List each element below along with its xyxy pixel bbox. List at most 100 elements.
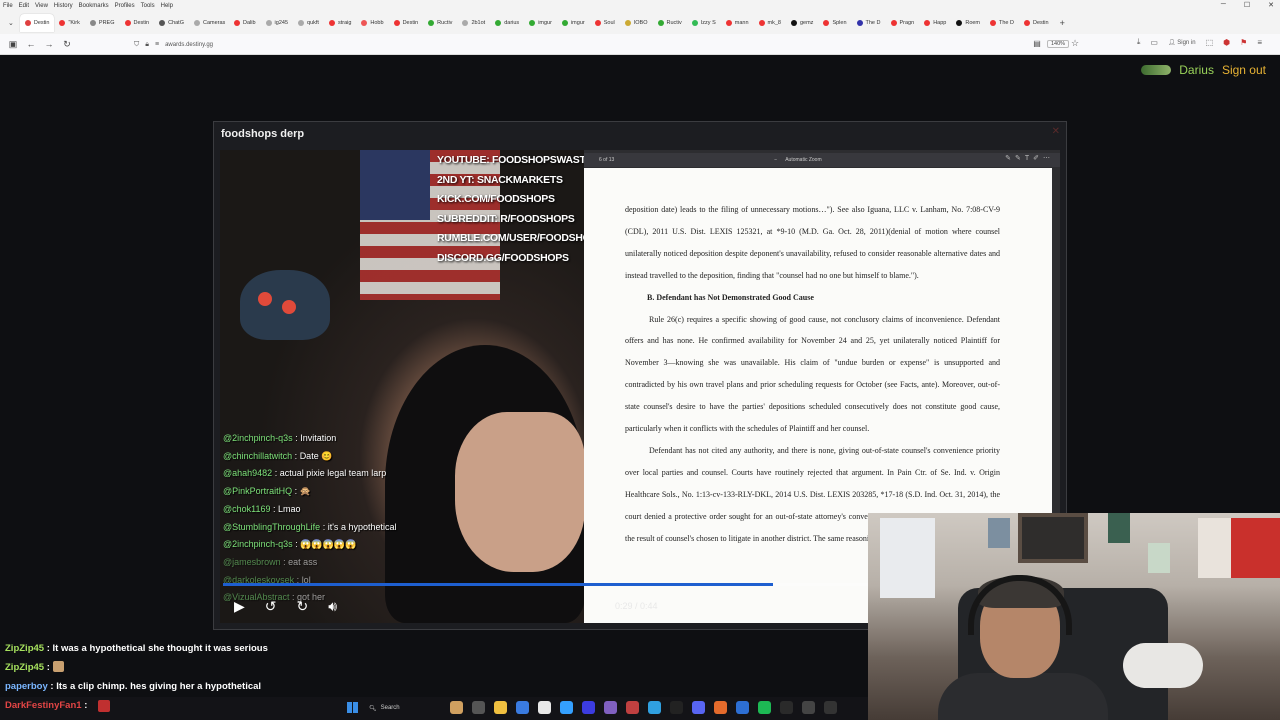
menu-bookmarks[interactable]: Bookmarks [79, 3, 109, 9]
browser-tab[interactable]: PREG [85, 14, 120, 32]
close-icon[interactable]: ✕ [1052, 126, 1060, 137]
browser-tab[interactable]: Destin [19, 14, 55, 32]
share-icon[interactable]: ⬚ [1206, 38, 1214, 47]
menu-profiles[interactable]: Profiles [115, 3, 135, 9]
browser-tab[interactable]: The D [985, 14, 1019, 32]
store-icon[interactable] [560, 701, 573, 714]
app-icon[interactable] [582, 701, 595, 714]
sidebar-toggle-icon[interactable]: ▣ [4, 39, 22, 50]
browser-tab[interactable]: Ructiv [653, 14, 687, 32]
menu-edit[interactable]: Edit [19, 3, 29, 9]
forward-skip-icon[interactable]: ↻ [297, 598, 309, 615]
app-icon[interactable] [802, 701, 815, 714]
browser-tab[interactable]: The D [852, 14, 886, 32]
tab-favicon-icon [298, 20, 305, 26]
browser-tab[interactable]: Destin [389, 14, 424, 32]
browser-tab[interactable]: Dalib [229, 14, 261, 32]
app-icon[interactable] [824, 701, 837, 714]
app-icon[interactable] [626, 701, 639, 714]
menu-file[interactable]: File [3, 3, 13, 9]
windows-start-icon[interactable] [347, 702, 358, 713]
browser-tab[interactable]: imgur [524, 14, 557, 32]
chat-username[interactable]: ZipZip45 [5, 662, 44, 673]
downloads-icon[interactable]: ⤓ [1137, 37, 1141, 47]
app-icon[interactable] [670, 701, 683, 714]
chat-username[interactable]: ZipZip45 [5, 643, 44, 654]
rewind-icon[interactable]: ↺ [265, 598, 277, 615]
browser-tab[interactable]: ig245 [261, 14, 293, 32]
menu-tools[interactable]: Tools [141, 3, 155, 9]
firefox-icon[interactable] [714, 701, 727, 714]
sign-in-button[interactable]: 👤︎ Sign in [1168, 39, 1196, 46]
tab-list-icon[interactable]: ⌄ [2, 19, 20, 27]
url-text[interactable]: awards.destiny.gg [165, 42, 213, 48]
browser-tab[interactable]: Roem [951, 14, 985, 32]
browser-tab[interactable]: Cameras [189, 14, 229, 32]
browser-tab[interactable]: Soul [590, 14, 620, 32]
reload-icon[interactable]: ↻ [58, 39, 76, 50]
browser-tab[interactable]: Destin [120, 14, 155, 32]
app-icon[interactable] [648, 701, 661, 714]
browser-tab[interactable]: gemz [786, 14, 818, 32]
browser-tab[interactable]: Happ [919, 14, 951, 32]
volume-icon[interactable]: 🔊︎ [328, 598, 337, 615]
app-icon[interactable] [604, 701, 617, 714]
browser-tab[interactable]: Hobb [356, 14, 388, 32]
menu-help[interactable]: Help [161, 3, 173, 9]
steam-icon[interactable] [780, 701, 793, 714]
back-icon[interactable]: ← [22, 39, 40, 49]
browser-tab[interactable]: "Kirk [54, 14, 84, 32]
edge-icon[interactable] [516, 701, 529, 714]
reader-view-icon[interactable]: ▤ [1028, 39, 1046, 48]
extension-flag-icon[interactable]: ⚑ [1240, 38, 1247, 47]
sign-out-link[interactable]: Sign out [1222, 63, 1266, 77]
task-view-icon[interactable] [472, 701, 485, 714]
chat-username[interactable]: paperboy [5, 681, 48, 692]
browser-tab[interactable]: Splen [818, 14, 851, 32]
browser-tab[interactable]: Izzy S [687, 14, 721, 32]
browser-tab[interactable]: straig [324, 14, 356, 32]
file-explorer-icon[interactable] [494, 701, 507, 714]
tab-label: Ructiv [666, 20, 682, 26]
minimize-icon[interactable]: ─ [1221, 1, 1226, 9]
play-icon[interactable]: ▶ [234, 598, 245, 615]
browser-tab[interactable]: IOBO [620, 14, 653, 32]
maximize-icon[interactable]: ☐ [1244, 1, 1250, 9]
browser-tab[interactable]: imgur [557, 14, 590, 32]
browser-tab[interactable]: darius [490, 14, 524, 32]
extensions-icon[interactable]: ▭ [1150, 38, 1158, 47]
lock-icon[interactable]: 🔒︎ [145, 41, 149, 49]
menu-icon[interactable]: ≡ [1257, 38, 1262, 47]
browser-tab[interactable]: qukft [293, 14, 324, 32]
overlay-chat-line: @darkoleskovsek : lol [223, 572, 583, 590]
new-tab-icon[interactable]: + [1054, 18, 1071, 28]
forward-icon[interactable]: → [40, 39, 58, 49]
app-icon[interactable] [736, 701, 749, 714]
browser-tab[interactable]: 2b1ot [457, 14, 490, 32]
zoom-level[interactable]: 140% [1047, 40, 1070, 48]
username[interactable]: Darius [1179, 63, 1214, 77]
browser-tab[interactable]: mk_8 [754, 14, 786, 32]
browser-tab[interactable]: mann [721, 14, 754, 32]
permissions-icon[interactable]: ≡ [155, 41, 159, 48]
spotify-icon[interactable] [758, 701, 771, 714]
menu-history[interactable]: History [54, 3, 73, 9]
browser-tab[interactable]: Ructiv [423, 14, 457, 32]
extension-red-icon[interactable]: ⬢ [1223, 38, 1230, 47]
search-placeholder: Search [380, 705, 400, 711]
discord-icon[interactable] [692, 701, 705, 714]
browser-tab[interactable]: Destin [1019, 14, 1054, 32]
url-bar[interactable]: ⛉ 🔒︎ ≡ awards.destiny.gg [134, 38, 1084, 51]
app-icon[interactable] [538, 701, 551, 714]
tab-label: The D [865, 20, 881, 26]
widgets-icon[interactable] [450, 701, 463, 714]
close-window-icon[interactable]: ✕ [1268, 1, 1274, 9]
chat-username[interactable]: DarkFestinyFan1 [5, 700, 82, 711]
browser-tab[interactable]: Pragn [886, 14, 920, 32]
taskbar-search[interactable]: 🔍︎ Search [369, 700, 449, 716]
overlay-chat-line: @chinchillatwitch : Date 😊 [223, 448, 583, 466]
bookmark-star-icon[interactable]: ☆ [1071, 38, 1079, 49]
menu-view[interactable]: View [35, 3, 48, 9]
shield-icon[interactable]: ⛉ [134, 41, 139, 49]
browser-tab[interactable]: ChatG [154, 14, 189, 32]
